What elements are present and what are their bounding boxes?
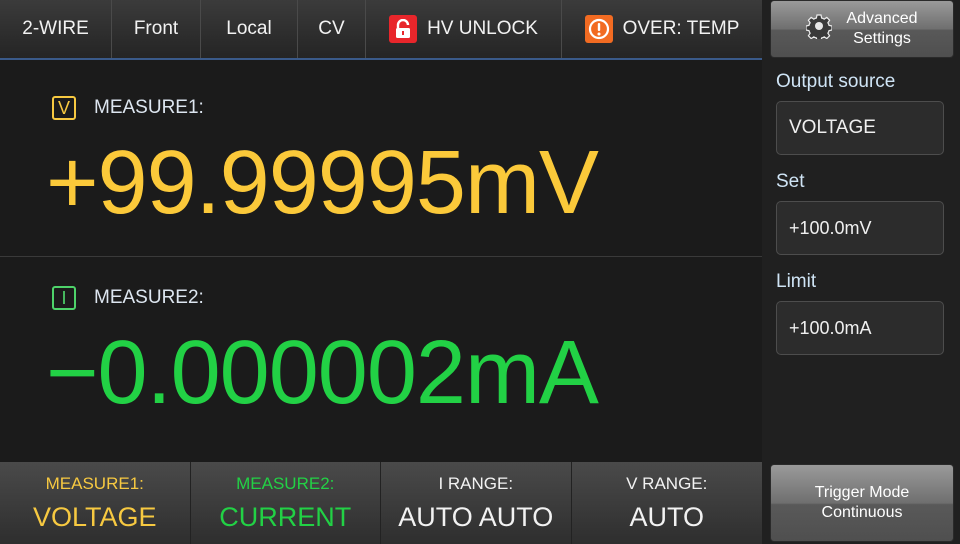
side-panel: Advanced Settings Output source VOLTAGE … xyxy=(762,0,960,544)
measure2-label: MEASURE2: xyxy=(94,287,204,308)
cv-mode-label: CV xyxy=(318,18,345,39)
advanced-label-line1: Advanced xyxy=(846,10,918,27)
alert-icon xyxy=(584,15,613,43)
set-label: Set xyxy=(776,171,805,192)
sense-label: Local xyxy=(226,18,272,39)
trigger-label-line1: Trigger Mode xyxy=(814,484,910,501)
i-range-value: AUTO AUTO xyxy=(398,501,554,532)
measure2-header: I MEASURE2: xyxy=(52,286,204,310)
terminal-label: Front xyxy=(133,18,179,39)
measure1-label: MEASURE1: xyxy=(94,97,204,118)
measure2-function-value: CURRENT xyxy=(219,501,352,532)
measure1-header: V MEASURE1: xyxy=(52,96,204,120)
set-field[interactable]: +100.0mV xyxy=(776,201,944,255)
wire-mode-button[interactable]: 2-WIRE xyxy=(0,0,112,58)
v-range-button[interactable]: V RANGE: AUTO xyxy=(572,462,763,544)
output-source-label: Output source xyxy=(776,71,896,92)
v-range-value: AUTO xyxy=(629,501,704,532)
measure2-value: −0.000002mA xyxy=(46,323,599,423)
measure1-function-button[interactable]: MEASURE1: VOLTAGE xyxy=(0,462,191,544)
measure-divider xyxy=(0,256,762,257)
output-source-field[interactable]: VOLTAGE xyxy=(776,101,944,155)
function-bar: MEASURE1: VOLTAGE MEASURE2: CURRENT I RA… xyxy=(0,462,762,544)
status-bar: 2-WIRE Front Local CV HV UNLOCK OVER: TE… xyxy=(0,0,762,60)
measure2-function-label: MEASURE2: xyxy=(236,473,335,493)
measure2-function-button[interactable]: MEASURE2: CURRENT xyxy=(191,462,381,544)
hv-unlock-label: HV UNLOCK xyxy=(427,18,538,39)
measure1-function-label: MEASURE1: xyxy=(45,473,144,493)
set-value: +100.0mV xyxy=(789,217,872,238)
over-temp-alarm[interactable]: OVER: TEMP xyxy=(562,0,762,58)
over-temp-label: OVER: TEMP xyxy=(622,18,740,39)
lock-icon xyxy=(389,15,418,43)
output-source-value: VOLTAGE xyxy=(789,117,876,138)
limit-value: +100.0mA xyxy=(789,317,872,338)
voltage-badge: V xyxy=(52,96,76,120)
i-range-label: I RANGE: xyxy=(438,473,514,493)
trigger-label-line2: Continuous xyxy=(821,504,903,521)
current-badge: I xyxy=(52,286,76,310)
measurement-display: V MEASURE1: +99.99995mV I MEASURE2: −0.0… xyxy=(0,60,762,462)
measure1-value: +99.99995mV xyxy=(46,133,599,233)
trigger-mode-button[interactable]: Trigger Mode Continuous xyxy=(770,464,954,542)
measure1-function-value: VOLTAGE xyxy=(32,501,157,532)
wire-mode-label: 2-WIRE xyxy=(22,18,89,39)
gear-icon xyxy=(805,13,834,45)
advanced-label-line2: Settings xyxy=(853,30,911,47)
limit-label: Limit xyxy=(776,271,817,292)
advanced-settings-button[interactable]: Advanced Settings xyxy=(770,0,954,58)
v-range-label: V RANGE: xyxy=(626,473,708,493)
i-range-button[interactable]: I RANGE: AUTO AUTO xyxy=(381,462,572,544)
sense-button[interactable]: Local xyxy=(201,0,298,58)
hv-unlock-button[interactable]: HV UNLOCK xyxy=(366,0,562,58)
instrument-screen: 2-WIRE Front Local CV HV UNLOCK OVER: TE… xyxy=(0,0,960,544)
terminal-button[interactable]: Front xyxy=(112,0,201,58)
cv-mode-button[interactable]: CV xyxy=(298,0,366,58)
limit-field[interactable]: +100.0mA xyxy=(776,301,944,355)
